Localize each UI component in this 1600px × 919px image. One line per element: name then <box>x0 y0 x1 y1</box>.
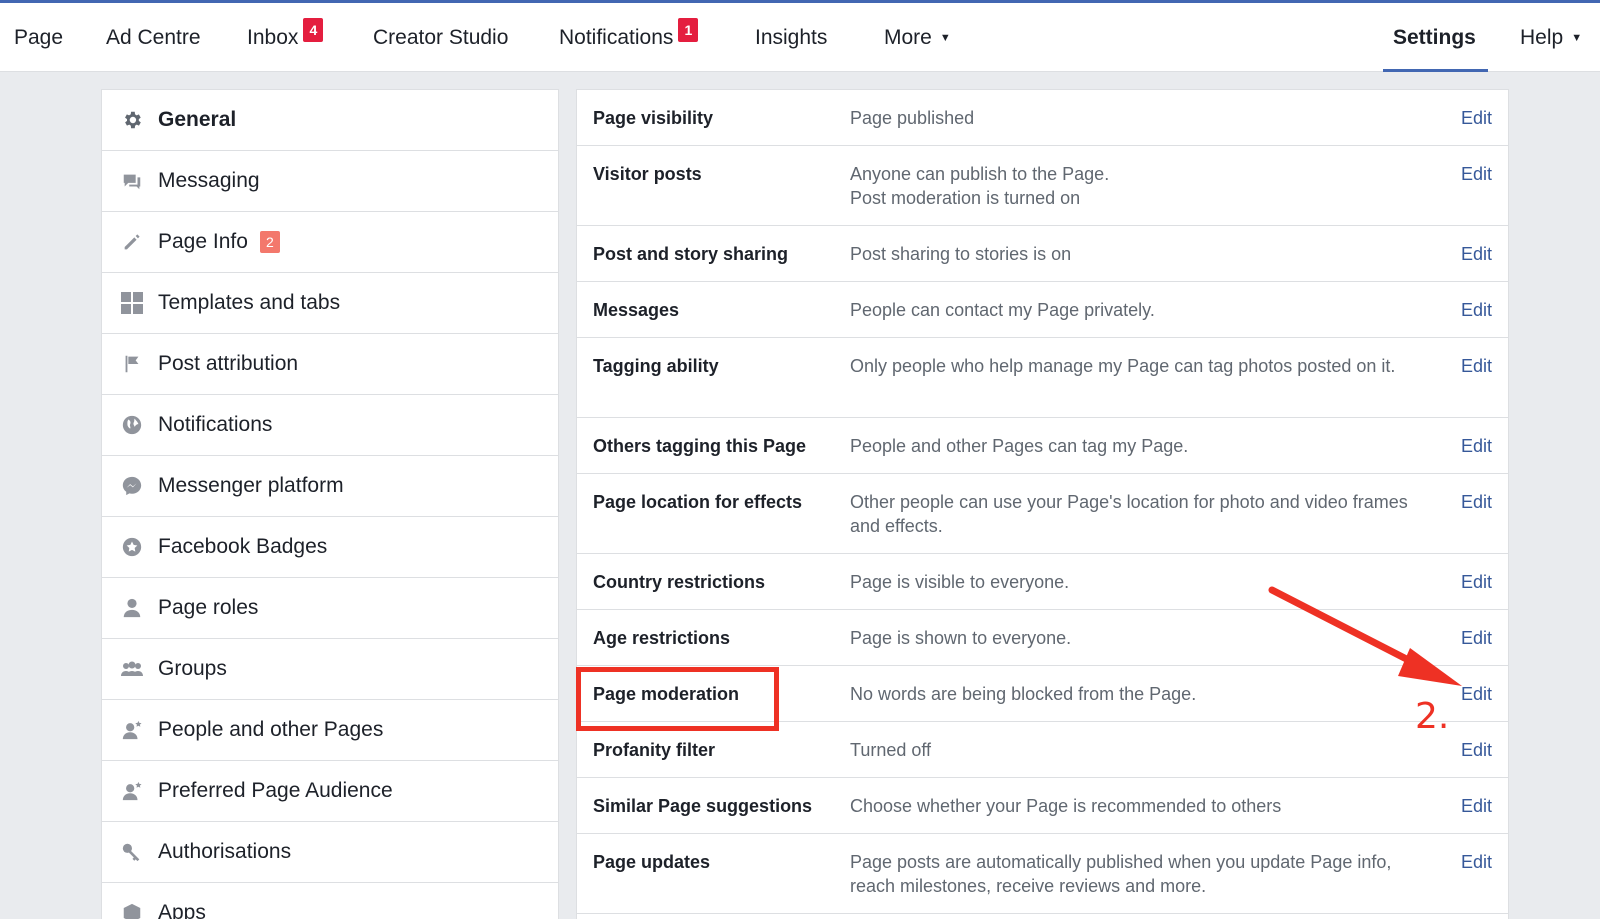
caret-down-icon: ▼ <box>939 31 951 44</box>
row-label: Visitor posts <box>593 164 702 184</box>
row-label: Others tagging this Page <box>593 436 807 456</box>
sidebar-item-post-attribution[interactable]: Post attribution <box>102 334 558 395</box>
settings-sidebar: General Messaging Page Info 2 Templates … <box>101 89 559 919</box>
settings-row-messages[interactable]: Messages People can contact my Page priv… <box>577 282 1508 338</box>
messenger-icon <box>120 474 144 498</box>
row-value: Page is visible to everyone. <box>850 572 1070 592</box>
sidebar-item-facebook-badges[interactable]: Facebook Badges <box>102 517 558 578</box>
row-label: Age restrictions <box>593 628 731 648</box>
edit-link[interactable]: Edit <box>1461 570 1492 594</box>
sidebar-item-apps[interactable]: Apps <box>102 883 558 919</box>
active-tab-indicator <box>1383 69 1488 72</box>
nav-notifications[interactable]: Notifications 1 <box>559 3 699 72</box>
star-badge-icon <box>120 535 144 559</box>
page-info-badge: 2 <box>259 231 280 253</box>
sidebar-item-groups[interactable]: Groups <box>102 639 558 700</box>
flag-icon <box>120 352 144 376</box>
sidebar-item-notifications[interactable]: Notifications <box>102 395 558 456</box>
edit-link[interactable]: Edit <box>1461 794 1492 818</box>
key-icon <box>120 840 144 864</box>
settings-row-page-location-effects[interactable]: Page location for effects Other people c… <box>577 474 1508 554</box>
sidebar-item-page-roles[interactable]: Page roles <box>102 578 558 639</box>
sidebar-item-page-info[interactable]: Page Info 2 <box>102 212 558 273</box>
row-value: Anyone can publish to the Page. Post mod… <box>850 164 1110 208</box>
edit-link[interactable]: Edit <box>1461 354 1492 378</box>
nav-help[interactable]: Help ▼ <box>1520 3 1582 72</box>
page-moderation-highlight-box <box>576 667 779 731</box>
sidebar-item-templates-and-tabs[interactable]: Templates and tabs <box>102 273 558 334</box>
nav-inbox[interactable]: Inbox 4 <box>247 3 324 72</box>
nav-settings[interactable]: Settings <box>1393 3 1476 72</box>
pencil-icon <box>120 230 144 254</box>
edit-link[interactable]: Edit <box>1461 490 1492 514</box>
top-nav: Page Ad Centre Inbox 4 Creator Studio No… <box>0 0 1600 72</box>
step-number-label: 2. <box>1415 696 1450 737</box>
edit-link[interactable]: Edit <box>1461 434 1492 458</box>
caret-down-icon: ▼ <box>1571 31 1583 44</box>
settings-row-page-updates[interactable]: Page updates Page posts are automaticall… <box>577 834 1508 914</box>
sidebar-item-messaging[interactable]: Messaging <box>102 151 558 212</box>
notifications-badge: 1 <box>678 17 699 42</box>
row-value: Post sharing to stories is on <box>850 244 1072 264</box>
row-value: Choose whether your Page is recommended … <box>850 796 1282 816</box>
edit-link[interactable]: Edit <box>1461 106 1492 130</box>
group-icon <box>120 657 144 681</box>
edit-link[interactable]: Edit <box>1461 738 1492 762</box>
nav-page[interactable]: Page <box>14 3 63 72</box>
row-label: Similar Page suggestions <box>593 796 813 816</box>
box-icon <box>120 901 144 919</box>
row-value: People can contact my Page privately. <box>850 300 1155 320</box>
general-settings-panel: Page visibility Page published Edit Visi… <box>576 89 1509 919</box>
nav-ad-centre[interactable]: Ad Centre <box>106 3 201 72</box>
settings-row-similar-page-suggestions[interactable]: Similar Page suggestions Choose whether … <box>577 778 1508 834</box>
chat-bubbles-icon <box>120 169 144 193</box>
row-label: Post and story sharing <box>593 244 789 264</box>
row-label: Page updates <box>593 852 711 872</box>
row-value: Page published <box>850 108 975 128</box>
globe-icon <box>120 413 144 437</box>
settings-row-others-tagging[interactable]: Others tagging this Page People and othe… <box>577 418 1508 474</box>
gear-icon <box>120 108 144 132</box>
nav-creator-studio[interactable]: Creator Studio <box>373 3 508 72</box>
settings-row-page-visibility[interactable]: Page visibility Page published Edit <box>577 90 1508 146</box>
sidebar-item-messenger-platform[interactable]: Messenger platform <box>102 456 558 517</box>
settings-row-age-restrictions[interactable]: Age restrictions Page is shown to everyo… <box>577 610 1508 666</box>
person-star-icon <box>120 779 144 803</box>
sidebar-item-people-and-other-pages[interactable]: People and other Pages <box>102 700 558 761</box>
edit-link[interactable]: Edit <box>1461 850 1492 874</box>
edit-link[interactable]: Edit <box>1461 298 1492 322</box>
row-value: People and other Pages can tag my Page. <box>850 436 1189 456</box>
row-label: Profanity filter <box>593 740 716 760</box>
person-icon <box>120 596 144 620</box>
nav-more[interactable]: More ▼ <box>884 3 951 72</box>
row-label: Country restrictions <box>593 572 766 592</box>
nav-insights[interactable]: Insights <box>755 3 827 72</box>
row-label: Page location for effects <box>593 492 803 512</box>
grid-icon <box>120 291 144 315</box>
row-label: Messages <box>593 300 680 320</box>
row-value: No words are being blocked from the Page… <box>850 684 1197 704</box>
edit-link[interactable]: Edit <box>1461 162 1492 186</box>
row-label: Tagging ability <box>593 356 719 376</box>
row-value: Turned off <box>850 740 932 760</box>
settings-row-tagging-ability[interactable]: Tagging ability Only people who help man… <box>577 338 1508 418</box>
inbox-badge: 4 <box>303 17 324 42</box>
settings-row-visitor-posts[interactable]: Visitor posts Anyone can publish to the … <box>577 146 1508 226</box>
person-star-icon <box>120 718 144 742</box>
row-value: Only people who help manage my Page can … <box>850 356 1396 376</box>
sidebar-item-general[interactable]: General <box>102 90 558 151</box>
page-moderation-edit-link[interactable]: Edit <box>1461 682 1492 706</box>
row-value: Page posts are automatically published w… <box>850 852 1392 896</box>
sidebar-item-preferred-page-audience[interactable]: Preferred Page Audience <box>102 761 558 822</box>
row-value: Other people can use your Page's locatio… <box>850 492 1408 536</box>
edit-link[interactable]: Edit <box>1461 242 1492 266</box>
row-value: Page is shown to everyone. <box>850 628 1072 648</box>
edit-link[interactable]: Edit <box>1461 626 1492 650</box>
row-label: Page visibility <box>593 108 714 128</box>
sidebar-item-authorisations[interactable]: Authorisations <box>102 822 558 883</box>
settings-row-country-restrictions[interactable]: Country restrictions Page is visible to … <box>577 554 1508 610</box>
settings-row-post-and-story-sharing[interactable]: Post and story sharing Post sharing to s… <box>577 226 1508 282</box>
